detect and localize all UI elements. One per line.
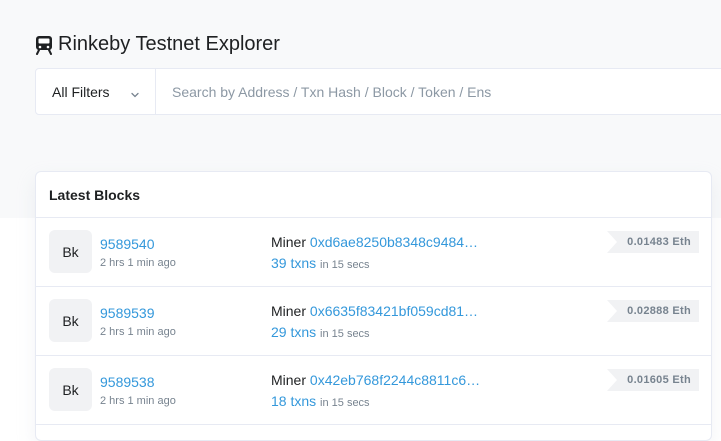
- block-row: Bk 9589539 2 hrs 1 min ago Miner 0x6635f…: [36, 287, 711, 356]
- block-reward-badge: 0.01483 Eth: [607, 231, 699, 253]
- page-title: Rinkeby Testnet Explorer: [34, 33, 280, 56]
- block-number-link[interactable]: 9589538: [100, 374, 155, 390]
- block-age: 2 hrs 1 min ago: [100, 257, 176, 269]
- miner-address-link[interactable]: 0x6635f83421bf059cd81…: [310, 303, 478, 319]
- block-badge: Bk: [49, 230, 92, 273]
- block-badge: Bk: [49, 299, 92, 342]
- latest-blocks-header: Latest Blocks: [36, 172, 711, 218]
- block-duration: in 15 secs: [320, 397, 370, 409]
- latest-blocks-card: Latest Blocks Bk 9589540 2 hrs 1 min ago…: [35, 171, 712, 441]
- search-input[interactable]: [156, 69, 721, 114]
- block-age: 2 hrs 1 min ago: [100, 326, 176, 338]
- block-row: Bk 9589540 2 hrs 1 min ago Miner 0xd6ae8…: [36, 218, 711, 287]
- miner-line: Miner 0xd6ae8250b8348c9484…: [271, 234, 478, 250]
- txn-line: 18 txns in 15 secs: [271, 393, 370, 411]
- txn-count-link[interactable]: 39 txns: [271, 255, 320, 271]
- block-reward-badge: 0.01605 Eth: [607, 369, 699, 391]
- filter-dropdown[interactable]: All Filters: [36, 69, 156, 114]
- search-bar: All Filters: [35, 68, 721, 115]
- block-duration: in 15 secs: [320, 328, 370, 340]
- miner-label: Miner: [271, 234, 310, 250]
- miner-label: Miner: [271, 372, 310, 388]
- txn-count-link[interactable]: 29 txns: [271, 324, 320, 340]
- miner-address-link[interactable]: 0xd6ae8250b8348c9484…: [310, 234, 478, 250]
- chevron-down-icon: [130, 87, 140, 97]
- txn-count-link[interactable]: 18 txns: [271, 393, 320, 409]
- block-row: Bk 9589538 2 hrs 1 min ago Miner 0x42eb7…: [36, 356, 711, 425]
- block-duration: in 15 secs: [320, 259, 370, 271]
- block-reward-badge: 0.02888 Eth: [607, 300, 699, 322]
- txn-line: 29 txns in 15 secs: [271, 324, 370, 342]
- block-number-link[interactable]: 9589540: [100, 236, 155, 252]
- miner-line: Miner 0x42eb768f2244c8811c6…: [271, 372, 480, 388]
- miner-label: Miner: [271, 303, 310, 319]
- filter-dropdown-label: All Filters: [52, 83, 110, 100]
- block-badge: Bk: [49, 368, 92, 411]
- block-number-link[interactable]: 9589539: [100, 305, 155, 321]
- train-icon: [34, 35, 54, 55]
- miner-line: Miner 0x6635f83421bf059cd81…: [271, 303, 478, 319]
- txn-line: 39 txns in 15 secs: [271, 255, 370, 273]
- block-age: 2 hrs 1 min ago: [100, 395, 176, 407]
- miner-address-link[interactable]: 0x42eb768f2244c8811c6…: [310, 372, 480, 388]
- page-title-text: Rinkeby Testnet Explorer: [58, 33, 280, 55]
